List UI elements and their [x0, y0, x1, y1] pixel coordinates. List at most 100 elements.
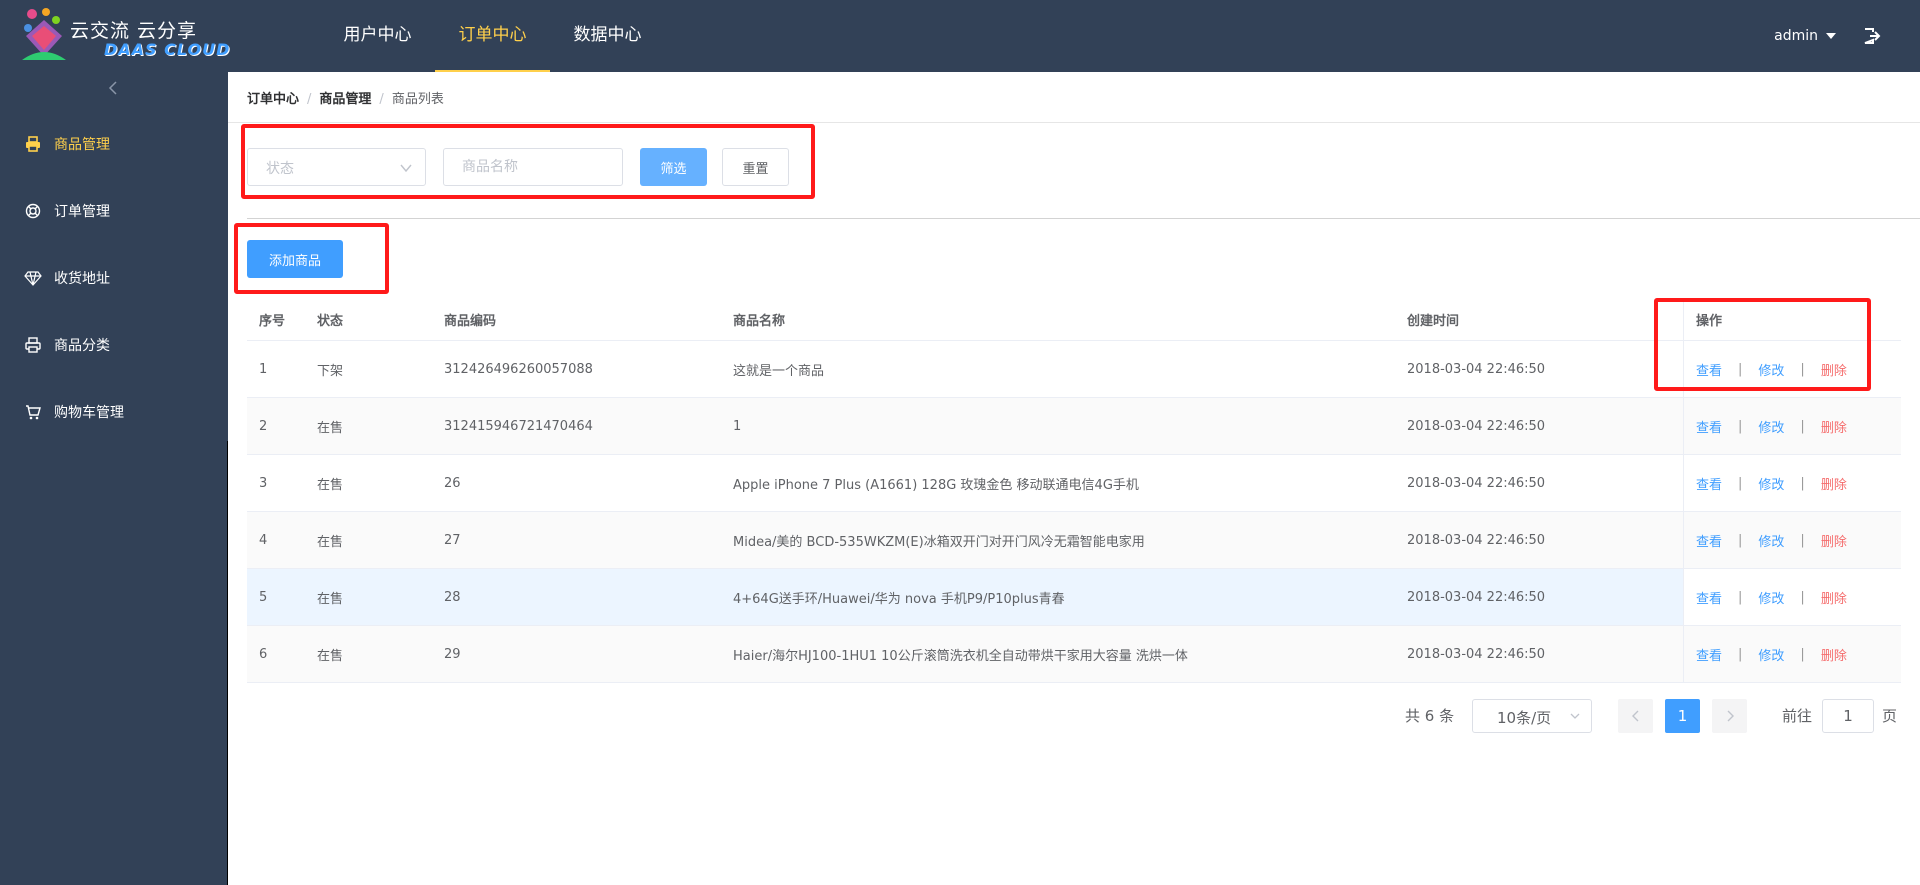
cell-status: 在售: [317, 591, 344, 607]
cell-status: 下架: [317, 363, 344, 379]
chevron-down-icon: [1570, 713, 1580, 719]
user-name: admin: [1774, 28, 1818, 44]
breadcrumb-divider: [228, 122, 1920, 123]
sidebar-item-goods[interactable]: 商品管理: [0, 110, 228, 177]
nav-data-center[interactable]: 数据中心: [550, 0, 665, 72]
breadcrumb-separator: /: [379, 92, 384, 107]
action-separator: |: [1738, 589, 1743, 605]
table-row: 4 在售 27 Midea/美的 BCD-535WKZM(E)冰箱双开门对开门风…: [247, 512, 1901, 569]
view-link[interactable]: 查看: [1696, 474, 1722, 493]
cart-icon: [24, 403, 42, 421]
cell-time: 2018-03-04 22:46:50: [1407, 418, 1546, 434]
header-status: 状态: [317, 313, 344, 329]
cell-actions: 查看 | 修改 | 删除: [1683, 455, 1901, 511]
edit-link[interactable]: 修改: [1758, 417, 1784, 436]
delete-link[interactable]: 删除: [1821, 531, 1847, 550]
edit-link[interactable]: 修改: [1758, 474, 1784, 493]
sidebar-item-category[interactable]: 商品分类: [0, 311, 228, 378]
chevron-left-icon: [1631, 710, 1638, 722]
page-size-select[interactable]: 10条/页: [1472, 699, 1592, 733]
delete-link[interactable]: 删除: [1821, 588, 1847, 607]
page-size-value: 10条/页: [1497, 709, 1552, 727]
logout-icon[interactable]: [1862, 26, 1882, 46]
header-no: 序号: [259, 313, 286, 329]
cell-time: 2018-03-04 22:46:50: [1407, 532, 1546, 548]
view-link[interactable]: 查看: [1696, 417, 1722, 436]
breadcrumb-item[interactable]: 商品管理: [319, 92, 371, 107]
cell-time: 2018-03-04 22:46:50: [1407, 361, 1546, 377]
sidebar-item-label: 购物车管理: [54, 404, 124, 421]
reset-button[interactable]: 重置: [722, 148, 789, 186]
view-link[interactable]: 查看: [1696, 360, 1722, 379]
cell-no: 4: [259, 532, 268, 548]
table-row: 3 在售 26 Apple iPhone 7 Plus (A1661) 128G…: [247, 455, 1901, 512]
cell-code: 26: [444, 475, 461, 491]
user-menu[interactable]: admin: [1774, 0, 1836, 72]
page-number-current[interactable]: 1: [1665, 699, 1700, 733]
cell-name: Haier/海尔HJ100-1HU1 10公斤滚筒洗衣机全自动带烘干家用大容量 …: [733, 648, 1188, 664]
header-code: 商品编码: [444, 313, 497, 329]
next-page-button[interactable]: [1712, 699, 1747, 733]
breadcrumb-item[interactable]: 订单中心: [247, 92, 299, 107]
logo-en-text: DAAS CLOUD: [104, 40, 231, 59]
view-link[interactable]: 查看: [1696, 645, 1722, 664]
side-menu: 商品管理 订单管理 收货地址 商品分类 购物车管理: [0, 110, 228, 445]
collapse-icon[interactable]: [106, 80, 122, 96]
main-content: 订单中心 / 商品管理 / 商品列表 状态 筛选 重置 添加商品 序号 状态 商品编码 …: [228, 72, 1920, 885]
nav-order-center[interactable]: 订单中心: [435, 0, 550, 72]
cell-no: 6: [259, 646, 268, 662]
cell-time: 2018-03-04 22:46:50: [1407, 589, 1546, 605]
edit-link[interactable]: 修改: [1758, 588, 1784, 607]
sidebar-item-cart[interactable]: 购物车管理: [0, 378, 228, 445]
cell-status: 在售: [317, 648, 344, 664]
cell-status: 在售: [317, 534, 344, 550]
top-header: 云交流 云分享 DAAS CLOUD 用户中心 订单中心 数据中心 admin: [0, 0, 1920, 72]
sidebar-item-orders[interactable]: 订单管理: [0, 177, 228, 244]
cell-actions: 查看 | 修改 | 删除: [1683, 341, 1901, 397]
cell-time: 2018-03-04 22:46:50: [1407, 475, 1546, 491]
cell-no: 3: [259, 475, 268, 491]
delete-link[interactable]: 删除: [1821, 417, 1847, 436]
view-link[interactable]: 查看: [1696, 588, 1722, 607]
goods-name-input[interactable]: [443, 148, 623, 186]
table-row: 1 下架 312426496260057088 这就是一个商品 2018-03-…: [247, 341, 1901, 398]
breadcrumb: 订单中心 / 商品管理 / 商品列表: [247, 88, 444, 107]
sidebar-item-label: 订单管理: [54, 203, 110, 220]
action-separator: |: [1738, 418, 1743, 434]
sidebar-item-address[interactable]: 收货地址: [0, 244, 228, 311]
caret-down-icon: [1826, 33, 1836, 39]
delete-link[interactable]: 删除: [1821, 474, 1847, 493]
status-select[interactable]: 状态: [247, 148, 426, 186]
edit-link[interactable]: 修改: [1758, 531, 1784, 550]
cell-name: Midea/美的 BCD-535WKZM(E)冰箱双开门对开门风冷无霜智能电家用: [733, 534, 1145, 550]
section-divider: [247, 218, 1920, 219]
view-link[interactable]: 查看: [1696, 531, 1722, 550]
action-separator: |: [1800, 589, 1805, 605]
cell-code: 28: [444, 589, 461, 605]
delete-link[interactable]: 删除: [1821, 360, 1847, 379]
delete-link[interactable]: 删除: [1821, 645, 1847, 664]
logo-cn-text: 云交流 云分享: [70, 20, 198, 42]
goto-label: 前往: [1782, 707, 1813, 725]
action-separator: |: [1800, 475, 1805, 491]
edit-link[interactable]: 修改: [1758, 360, 1784, 379]
cell-code: 27: [444, 532, 461, 548]
cell-no: 1: [259, 361, 268, 377]
filter-button[interactable]: 筛选: [640, 148, 707, 186]
edit-link[interactable]: 修改: [1758, 645, 1784, 664]
prev-page-button[interactable]: [1618, 699, 1653, 733]
lifebuoy-icon: [24, 202, 42, 220]
add-goods-button[interactable]: 添加商品: [247, 240, 343, 278]
sidebar-item-label: 商品分类: [54, 337, 110, 354]
logo-mark-icon: [22, 8, 66, 60]
cell-name: 1: [733, 418, 742, 434]
goto-page-input[interactable]: [1822, 699, 1874, 733]
goods-table: 序号 状态 商品编码 商品名称 创建时间 操作 1 下架 31242649626…: [247, 298, 1901, 683]
breadcrumb-current: 商品列表: [391, 92, 444, 107]
cell-actions: 查看 | 修改 | 删除: [1683, 626, 1901, 682]
action-separator: |: [1800, 361, 1805, 377]
nav-user-center[interactable]: 用户中心: [320, 0, 435, 72]
cell-name: Apple iPhone 7 Plus (A1661) 128G 玫瑰金色 移动…: [733, 477, 1139, 493]
cell-status: 在售: [317, 420, 344, 436]
diamond-icon: [24, 269, 42, 287]
